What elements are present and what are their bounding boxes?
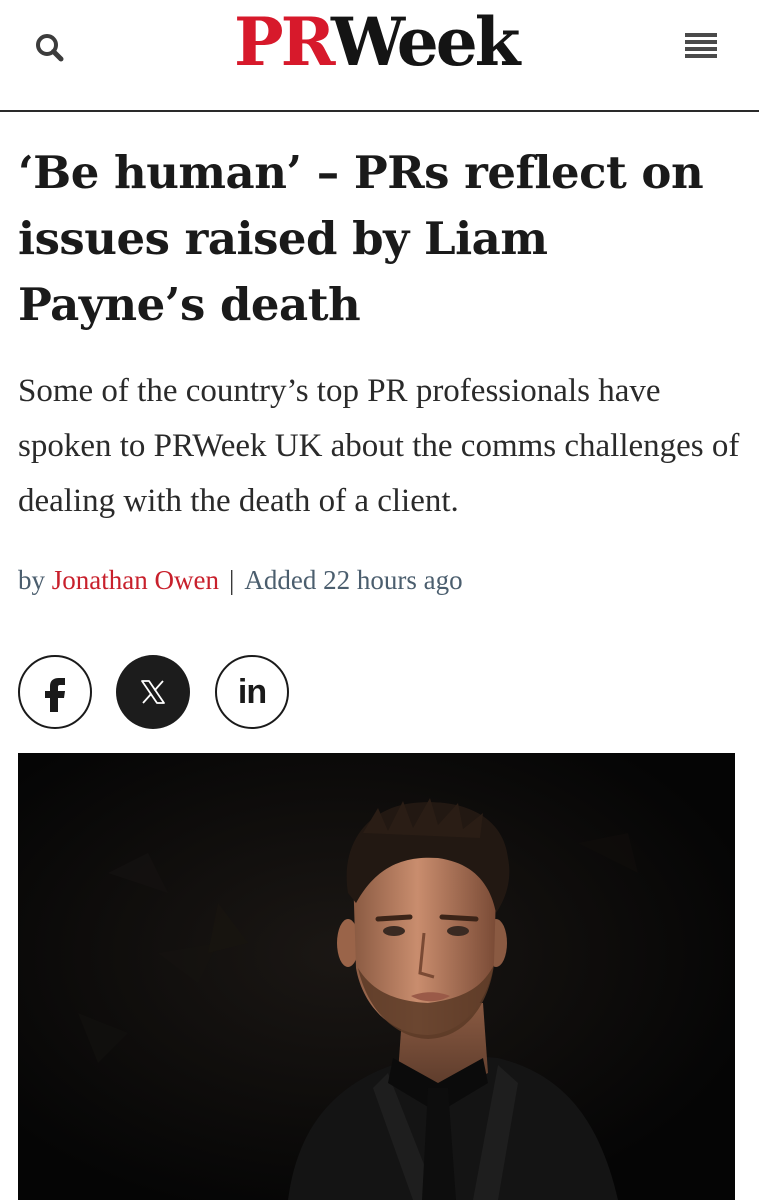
facebook-icon bbox=[20, 657, 90, 727]
prweek-logo[interactable]: PRWeek bbox=[234, 2, 520, 82]
logo-week: Week bbox=[331, 3, 520, 81]
x-icon bbox=[116, 655, 190, 729]
article-headline: ‘Be human’ – PRs reflect on issues raise… bbox=[18, 146, 704, 331]
linkedin-label: in bbox=[237, 672, 267, 711]
facebook-share-button[interactable] bbox=[18, 655, 92, 729]
portrait-photo bbox=[18, 753, 735, 1200]
site-header: PRWeek bbox=[0, 0, 759, 112]
article-hero-image bbox=[18, 753, 735, 1200]
author-link[interactable]: Jonathan Owen bbox=[52, 565, 219, 595]
article-byline: by Jonathan Owen | Added 22 hours ago bbox=[18, 560, 463, 600]
byline-prefix: by bbox=[18, 565, 45, 595]
linkedin-icon: in bbox=[217, 657, 287, 727]
article-standfirst: Some of the country’s top PR professiona… bbox=[18, 373, 740, 519]
search-icon[interactable] bbox=[30, 28, 70, 68]
byline-separator: | bbox=[228, 565, 235, 595]
x-share-button[interactable] bbox=[116, 655, 190, 729]
linkedin-share-button[interactable]: in bbox=[215, 655, 289, 729]
hamburger-menu-icon[interactable] bbox=[683, 31, 719, 63]
logo-pr: PR bbox=[234, 3, 334, 81]
published-time: Added 22 hours ago bbox=[244, 565, 463, 595]
